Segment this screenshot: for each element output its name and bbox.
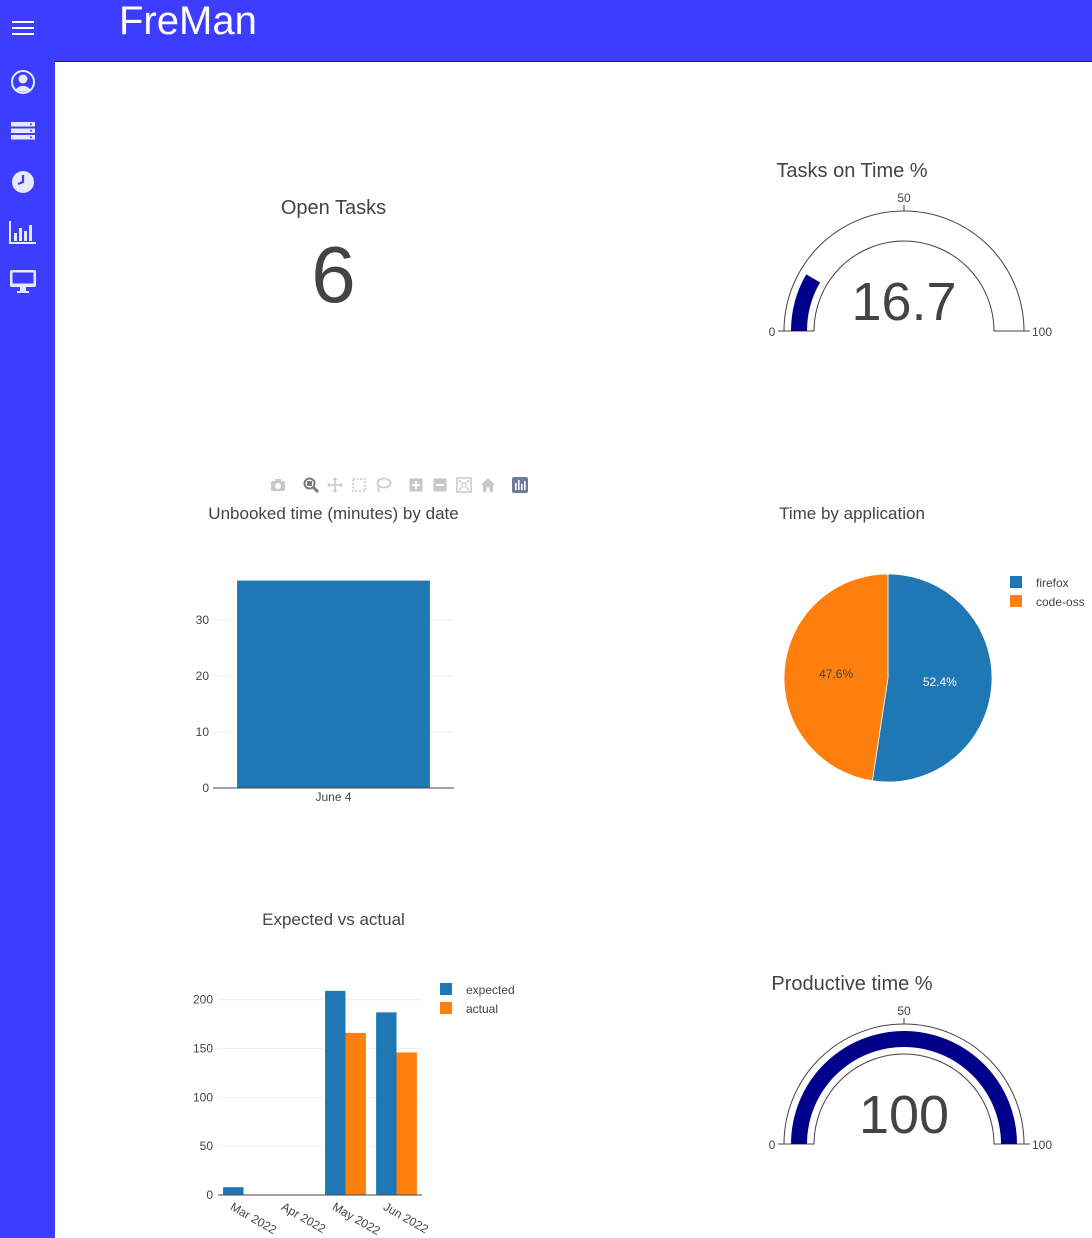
- legend-swatch: [440, 983, 452, 995]
- x-tick-label: June 4: [315, 790, 351, 804]
- user-circle-icon[interactable]: [8, 67, 38, 97]
- legend-label: actual: [466, 1002, 498, 1016]
- bar: [325, 990, 346, 1195]
- unbooked-time-chart-svg[interactable]: 0 10 20 30 June 4: [55, 495, 612, 815]
- legend-swatch: [1010, 595, 1022, 607]
- hamburger-menu-icon[interactable]: [8, 13, 38, 43]
- y-tick-label: 20: [196, 669, 210, 683]
- gauge-tick-label: 50: [897, 191, 911, 205]
- open-tasks-indicator: Open Tasks 6: [55, 190, 612, 330]
- desktop-icon[interactable]: [8, 266, 38, 296]
- y-tick-label: 150: [193, 1041, 213, 1055]
- productive-time-gauge: Productive time % 50 0 100 100: [612, 968, 1092, 1168]
- gauge-tick-label: 0: [769, 1138, 776, 1152]
- tasks-on-time-gauge-bar: [791, 274, 821, 331]
- bar: [237, 580, 430, 788]
- x-tick-label: May 2022: [330, 1199, 383, 1238]
- y-tick-label: 100: [193, 1090, 213, 1104]
- plotly-logo-icon[interactable]: [510, 475, 530, 495]
- pan-icon[interactable]: [325, 475, 345, 495]
- productive-time-gauge-svg: 50 0 100 100: [769, 1004, 1053, 1152]
- legend-swatch: [1010, 576, 1022, 588]
- lasso-select-icon[interactable]: [373, 475, 393, 495]
- productive-time-value: 100: [859, 1085, 949, 1145]
- legend-label: code-oss: [1036, 595, 1085, 609]
- zoom-out-icon[interactable]: [430, 475, 450, 495]
- reset-axes-icon[interactable]: [478, 475, 498, 495]
- sidebar: [0, 0, 55, 1238]
- autoscale-icon[interactable]: [454, 475, 474, 495]
- y-tick-label: 50: [200, 1139, 214, 1153]
- time-by-application-chart-svg[interactable]: 52.4% 47.6% firefox code-oss: [612, 495, 1092, 815]
- gauge-tick-label: 0: [769, 325, 776, 339]
- y-tick-label: 30: [196, 613, 210, 627]
- open-tasks-title: Open Tasks: [280, 197, 387, 219]
- tasks-on-time-value: 16.7: [851, 272, 956, 332]
- server-icon[interactable]: [8, 116, 38, 146]
- y-tick-label: 10: [196, 725, 210, 739]
- y-tick-label: 200: [193, 993, 213, 1007]
- box-select-icon[interactable]: [349, 475, 369, 495]
- bar: [223, 1187, 244, 1195]
- clock-icon[interactable]: [8, 167, 38, 197]
- bar: [396, 1052, 417, 1195]
- bar-chart-icon[interactable]: [8, 217, 38, 247]
- camera-icon[interactable]: [268, 475, 288, 495]
- y-tick-label: 0: [206, 1188, 213, 1202]
- pie-slice-label: 52.4%: [923, 675, 957, 689]
- legend-label: firefox: [1036, 576, 1069, 590]
- top-bar: FreMan: [55, 0, 1092, 62]
- unbooked-time-chart: Unbooked time (minutes) by date 0 10 20 30 J…: [55, 495, 612, 815]
- expected-vs-actual-chart-svg[interactable]: 0 50 100 150 200 Mar 2022 Apr 2022 May 2022Jun …: [55, 900, 612, 1238]
- x-tick-label: Apr 2022: [279, 1199, 328, 1236]
- x-tick-label: Mar 2022: [228, 1199, 279, 1237]
- time-by-application-chart: Time by application 52.4% 47.6% firefox cod…: [612, 495, 1092, 815]
- gauge-tick-label: 50: [897, 1004, 911, 1018]
- tasks-on-time-gauge-svg: 50 0 100 16.7: [769, 191, 1053, 339]
- pie-slice-label: 47.6%: [819, 667, 853, 681]
- expected-vs-actual-chart: Expected vs actual 0 50 100 150 200 Mar 2022 A…: [55, 900, 612, 1238]
- zoom-in-icon[interactable]: [406, 475, 426, 495]
- gauge-tick-label: 100: [1032, 325, 1052, 339]
- legend-swatch: [440, 1002, 452, 1014]
- bar: [345, 1032, 366, 1195]
- y-tick-label: 0: [202, 781, 209, 795]
- gauge-tick-label: 100: [1032, 1138, 1052, 1152]
- bar: [376, 1012, 397, 1195]
- app-title: FreMan: [119, 0, 257, 43]
- open-tasks-value: 6: [311, 230, 356, 319]
- x-tick-label: Jun 2022: [381, 1199, 431, 1236]
- tasks-on-time-gauge: Tasks on Time % 50 0 100 16.7: [612, 155, 1092, 355]
- legend-label: expected: [466, 983, 515, 997]
- zoom-icon[interactable]: [301, 475, 321, 495]
